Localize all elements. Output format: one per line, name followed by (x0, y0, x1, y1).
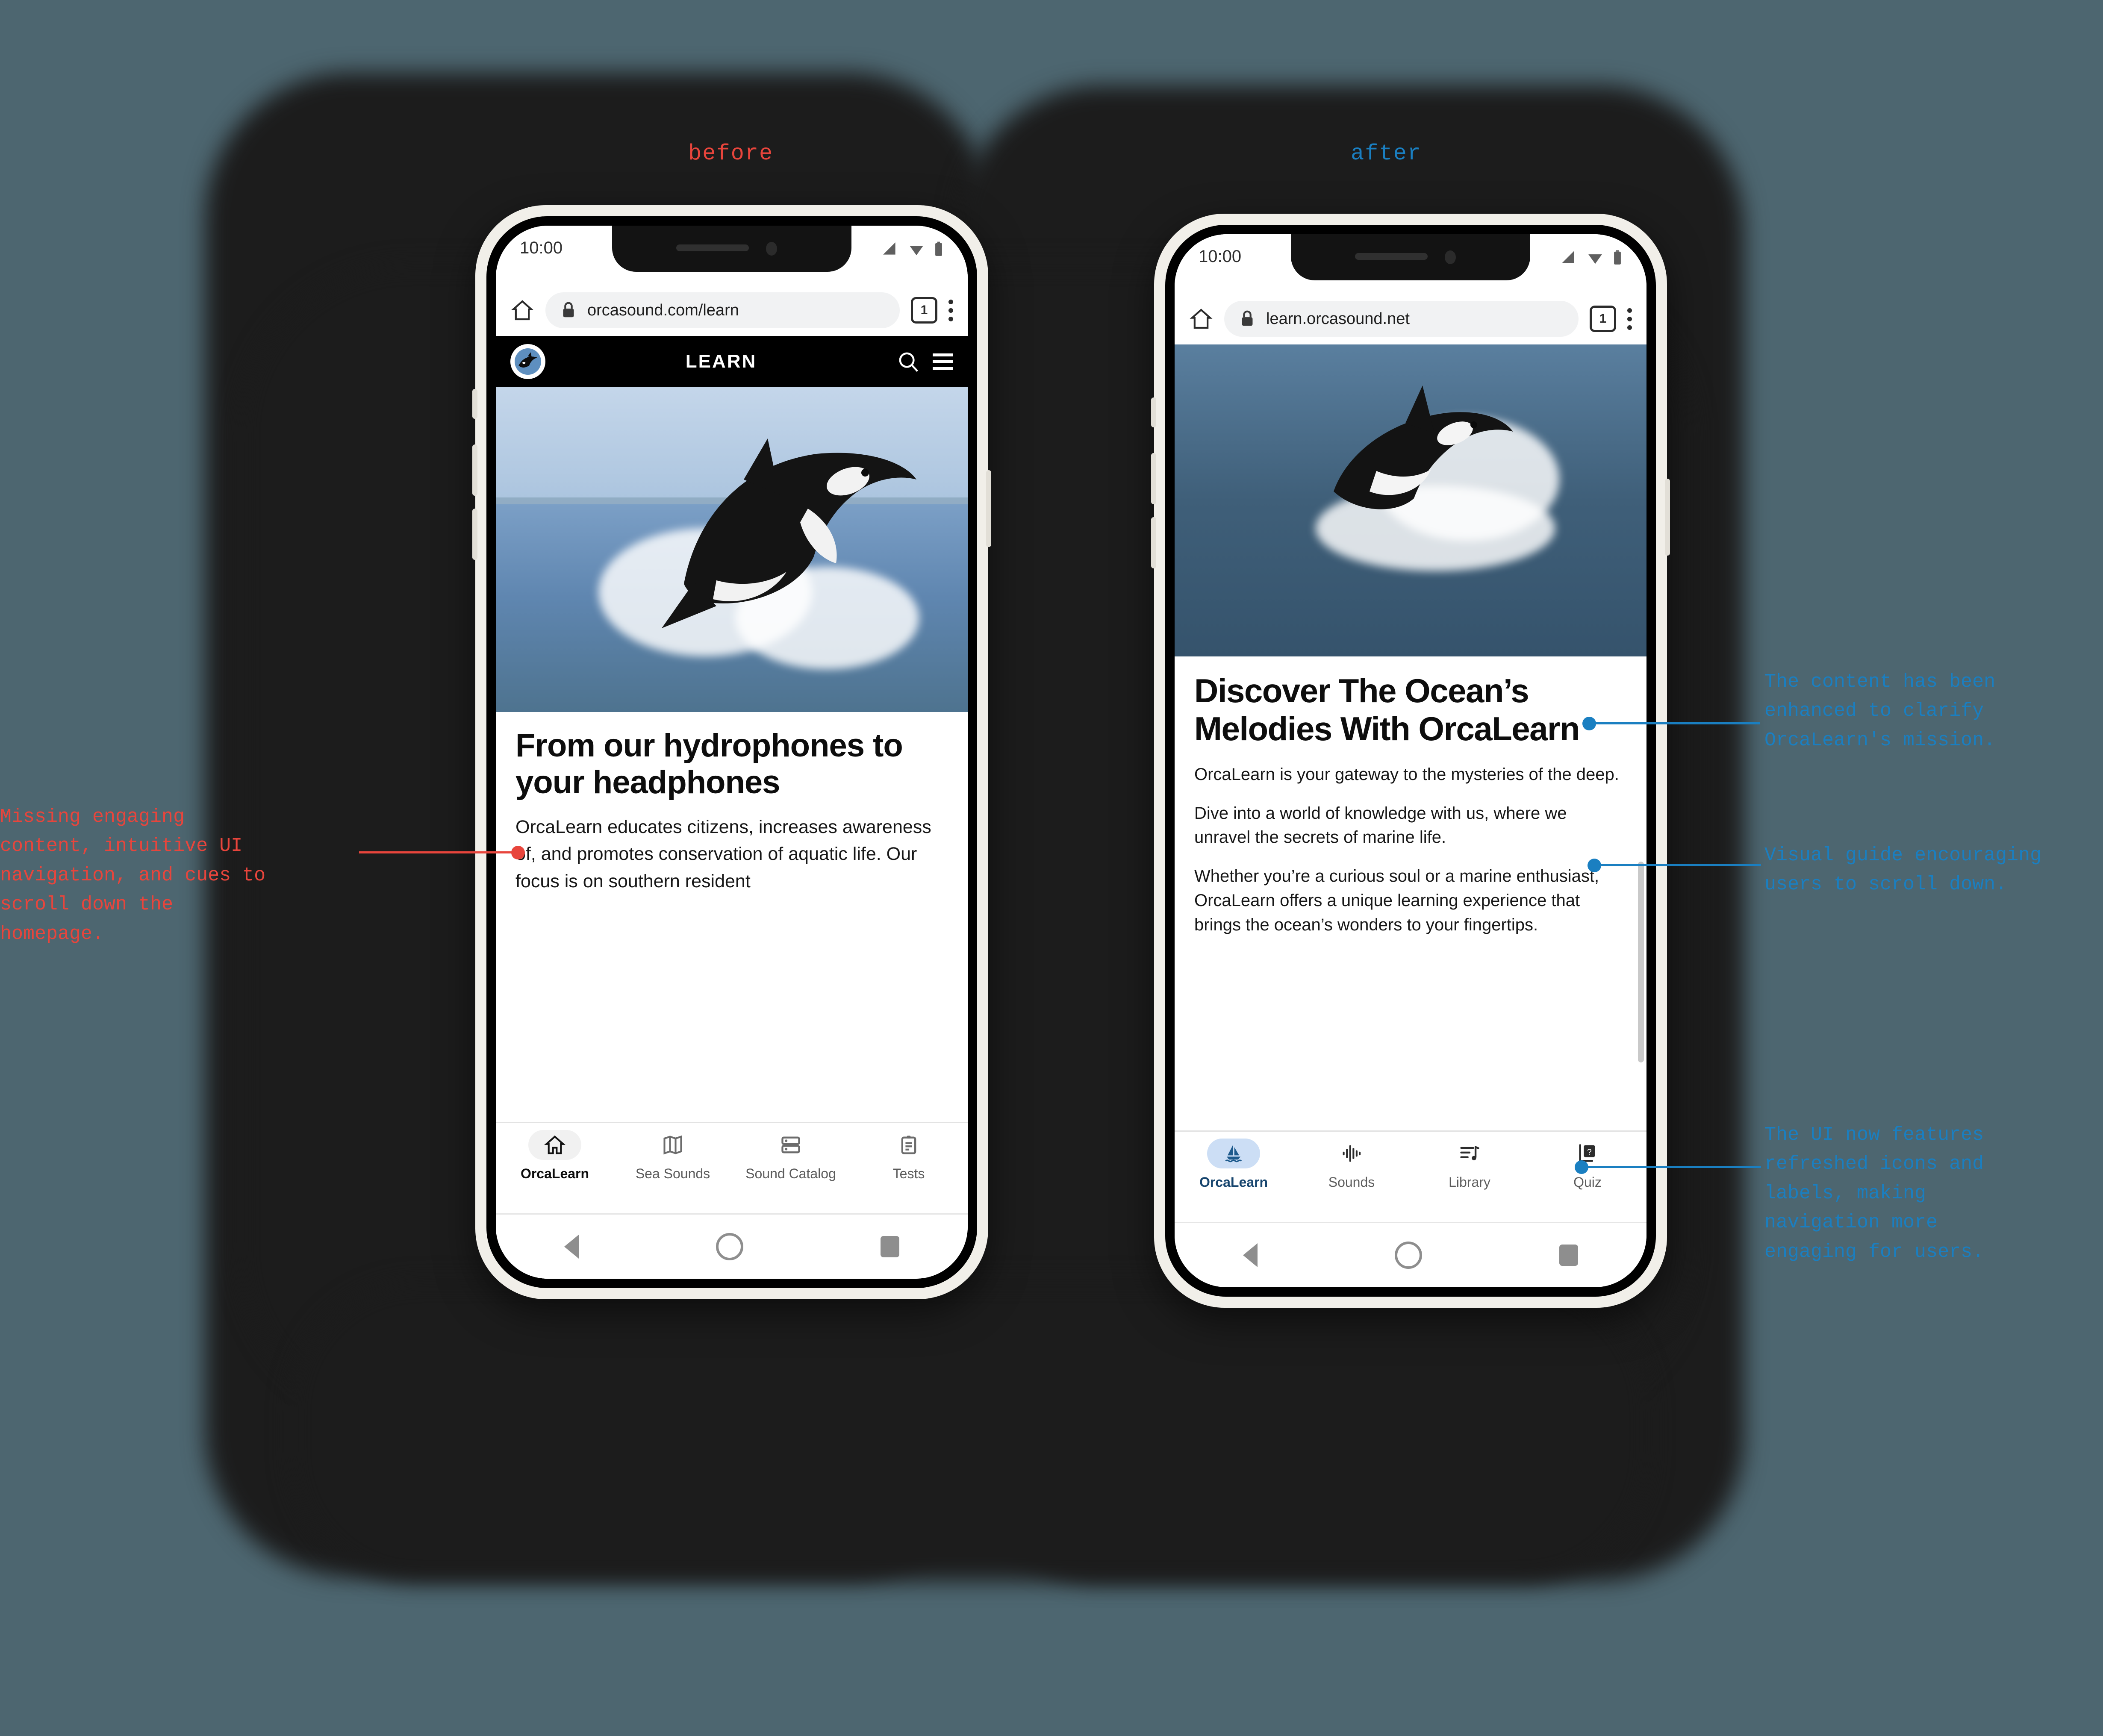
leader-dot-before-1 (511, 846, 525, 859)
annotation-after-2: Visual guide encouraging users to scroll… (1764, 844, 2042, 896)
wifi-icon (1588, 254, 1602, 264)
phone-notch (1291, 234, 1530, 280)
nav-item-orcalearn[interactable]: OrcaLearn (1175, 1139, 1293, 1190)
playlist-music-icon (1460, 1146, 1479, 1161)
browser-toolbar[interactable]: learn.orcasound.net 1 (1175, 293, 1646, 344)
article-after: Discover The Ocean’s Melodies With OrcaL… (1175, 656, 1646, 1130)
back-triangle-icon[interactable] (1243, 1243, 1258, 1267)
map-icon (663, 1135, 682, 1155)
home-circle-icon[interactable] (1394, 1242, 1422, 1269)
tab-count-button[interactable]: 1 (1590, 306, 1616, 332)
annotation-after-3: The UI now features refreshed icons and … (1764, 1124, 1984, 1263)
status-time: 10:00 (1199, 247, 1242, 266)
browser-toolbar[interactable]: orcasound.com/learn 1 (496, 285, 968, 336)
phone-after: 10:00 learn.orcasound.net 1 Discover The… (1151, 214, 1670, 1308)
article-paragraph-2: Dive into a world of knowledge with us, … (1194, 803, 1567, 847)
phone-notch (612, 226, 851, 272)
nav-item-orcalearn[interactable]: OrcaLearn (496, 1130, 614, 1182)
leader-line-before-1 (359, 851, 521, 853)
phone-before: 10:00 orcasound.com/learn 1 LEARN From o… (472, 205, 991, 1299)
recents-square-icon[interactable] (1559, 1245, 1578, 1266)
nav-label: Quiz (1573, 1174, 1602, 1190)
hero-image-before (496, 387, 968, 712)
tab-count-button[interactable]: 1 (911, 297, 937, 324)
orca-illustration (662, 438, 916, 628)
status-time: 10:00 (520, 238, 563, 257)
site-header: LEARN (496, 336, 968, 387)
site-title: LEARN (685, 351, 757, 372)
nav-active-pill (1207, 1139, 1260, 1168)
article-heading: Discover The Ocean’s Melodies With OrcaL… (1194, 672, 1580, 747)
article-body: OrcaLearn educates citizens, increases a… (515, 816, 931, 892)
app-bottom-nav-before: OrcaLearn Sea Sounds Sound Catalog Tests (496, 1122, 968, 1213)
lock-icon (563, 302, 574, 318)
article-before: From our hydrophones to your headphones … (496, 712, 968, 1122)
svg-text:?: ? (1587, 1148, 1592, 1157)
annotation-after-1: The content has been enhanced to clarify… (1764, 671, 1996, 751)
nav-item-sound-catalog[interactable]: Sound Catalog (732, 1130, 850, 1182)
annotation-before-1: Missing engaging content, intuitive UI n… (0, 806, 266, 945)
home-circle-icon[interactable] (716, 1233, 743, 1260)
article-heading: From our hydrophones to your headphones (515, 727, 903, 800)
nav-label: Sea Sounds (635, 1166, 710, 1181)
nav-item-sounds[interactable]: Sounds (1293, 1139, 1411, 1190)
nav-label: Library (1449, 1174, 1490, 1190)
caption-after: after (1351, 141, 1422, 166)
home-outline-icon (544, 1135, 566, 1154)
recents-square-icon[interactable] (880, 1236, 899, 1257)
orca-logo-icon[interactable] (510, 344, 545, 379)
back-triangle-icon[interactable] (564, 1235, 579, 1259)
nav-item-library[interactable]: Library (1411, 1139, 1529, 1190)
kebab-menu-icon[interactable] (1627, 308, 1632, 330)
leader-line-after-1 (1589, 722, 1760, 724)
nav-label: Sounds (1328, 1174, 1375, 1190)
waveform-icon (1343, 1145, 1361, 1162)
sailboat-icon (1225, 1145, 1242, 1162)
nav-label: OrcaLearn (1199, 1174, 1268, 1190)
list-rows-icon (781, 1136, 800, 1153)
article-paragraph-3: Whether you’re a curious soul or a marin… (1194, 867, 1599, 934)
nav-label: OrcaLearn (520, 1166, 589, 1181)
battery-icon (935, 241, 942, 256)
kebab-menu-icon[interactable] (948, 299, 953, 321)
address-bar[interactable]: learn.orcasound.net (1224, 301, 1579, 337)
nav-active-pill (528, 1130, 581, 1160)
nav-label: Tests (892, 1166, 925, 1181)
leader-line-after-2 (1594, 864, 1761, 866)
wifi-icon (910, 246, 923, 256)
url-text: learn.orcasound.net (1266, 309, 1410, 328)
home-icon[interactable] (1189, 307, 1213, 331)
scroll-indicator[interactable] (1638, 862, 1644, 1062)
signal-icon (1562, 251, 1574, 263)
orca-illustration (1334, 385, 1513, 509)
hamburger-icon[interactable] (933, 353, 953, 370)
app-bottom-nav-after: OrcaLearn Sounds Library ? Quiz (1175, 1130, 1646, 1222)
hero-image-after (1175, 344, 1646, 656)
nav-item-sea-sounds[interactable]: Sea Sounds (614, 1130, 732, 1182)
leader-dot-after-3 (1575, 1160, 1588, 1174)
battery-icon (1614, 250, 1621, 265)
android-system-nav (1175, 1222, 1646, 1287)
address-bar[interactable]: orcasound.com/learn (545, 292, 900, 328)
search-icon[interactable] (897, 350, 920, 373)
leader-dot-after-1 (1582, 717, 1596, 730)
leader-dot-after-2 (1588, 859, 1601, 872)
leader-line-after-3 (1582, 1166, 1761, 1168)
article-paragraph-1: OrcaLearn is your gateway to the mysteri… (1194, 765, 1619, 784)
nav-item-tests[interactable]: Tests (850, 1130, 968, 1182)
signal-icon (883, 242, 895, 255)
home-icon[interactable] (510, 298, 534, 322)
url-text: orcasound.com/learn (587, 301, 739, 319)
nav-label: Sound Catalog (745, 1166, 836, 1181)
caption-before: before (688, 141, 774, 166)
android-system-nav (496, 1213, 968, 1279)
lock-icon (1242, 310, 1253, 326)
clipboard-icon (901, 1136, 916, 1154)
